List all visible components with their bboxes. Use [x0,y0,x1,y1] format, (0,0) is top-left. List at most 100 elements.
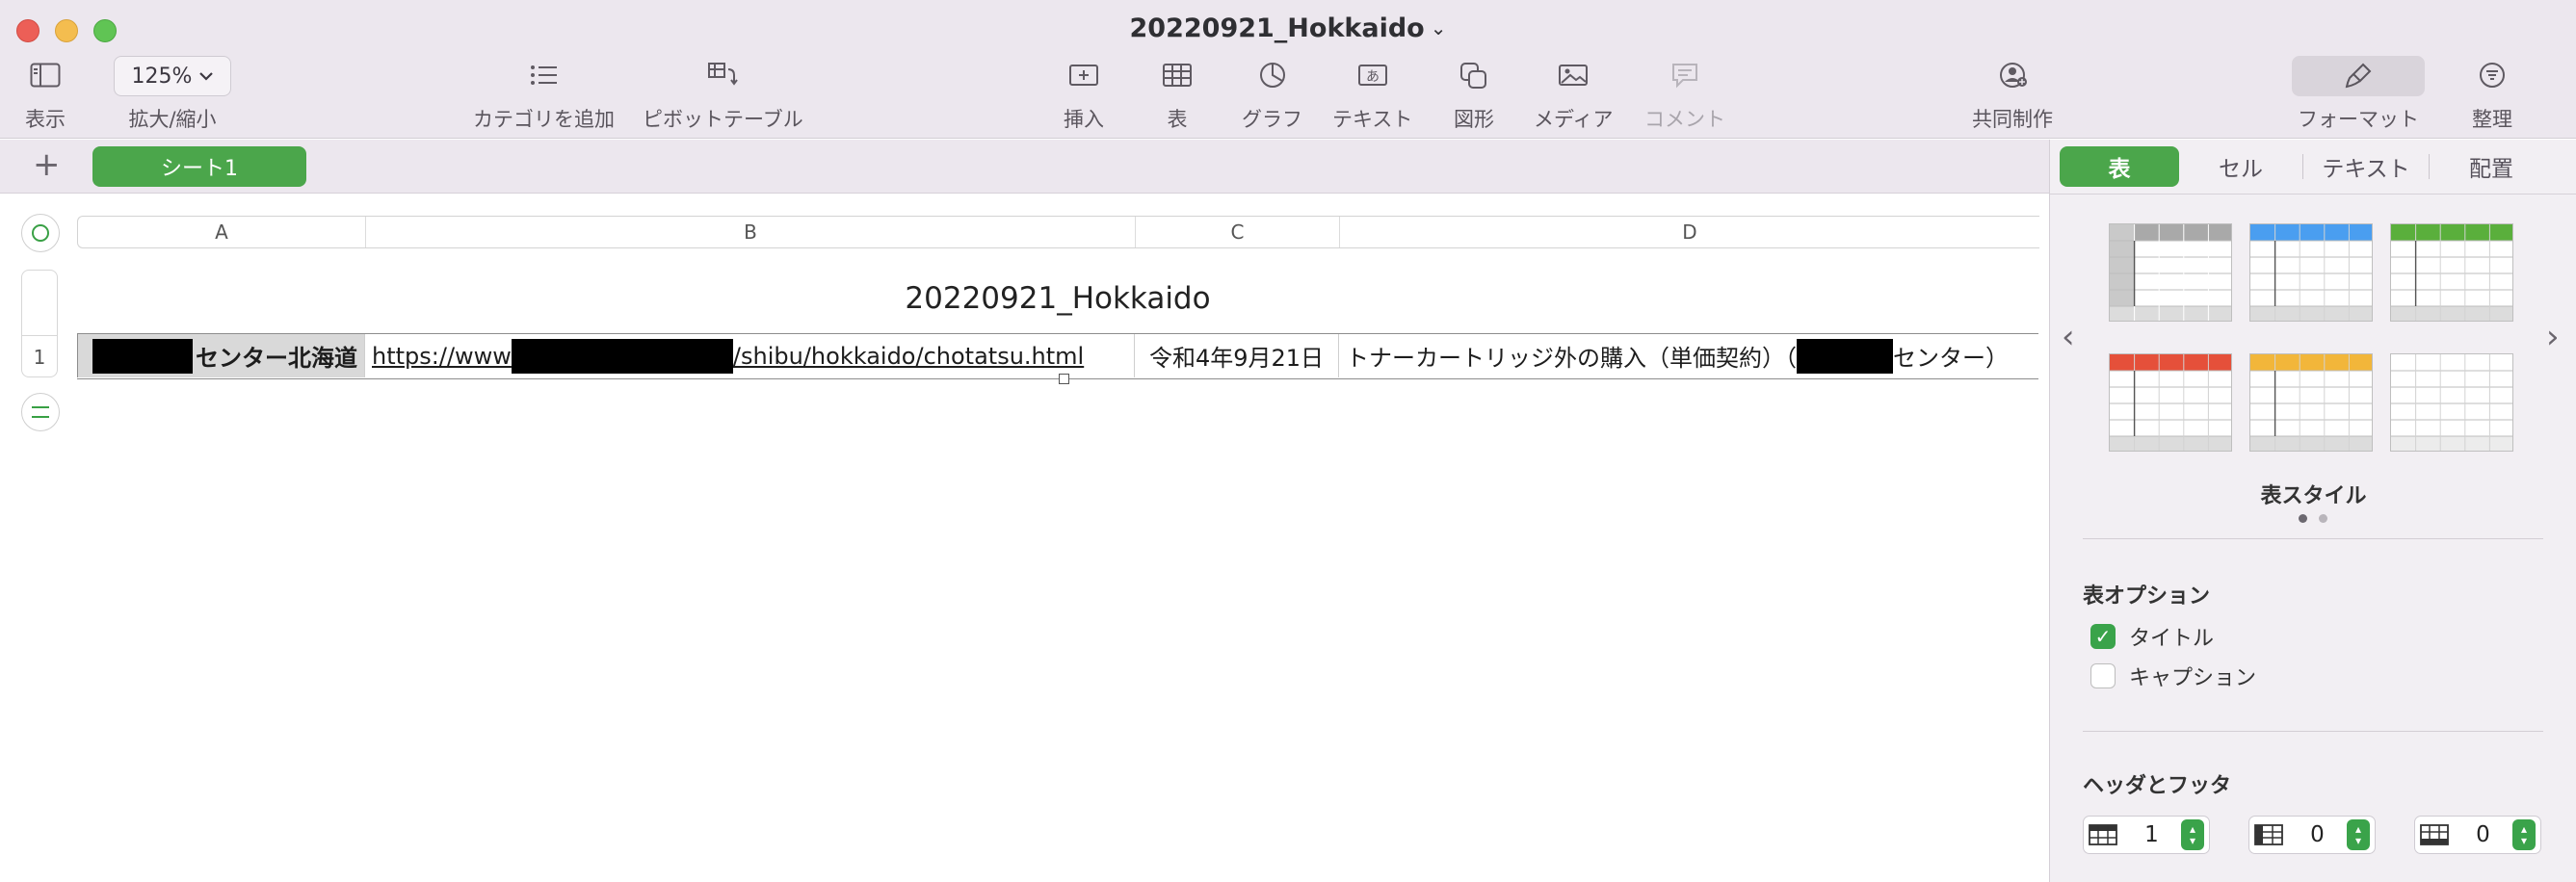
sidebar-icon [30,56,61,94]
view-button[interactable]: 表示 [25,56,66,133]
page-dot-2[interactable] [2319,514,2327,523]
cell-a1[interactable]: センター北海道 [77,334,365,377]
stepper-arrows-icon[interactable]: ▴ ▾ [2181,819,2204,850]
add-category-label: カテゴリを追加 [473,108,615,131]
header-columns-icon [2249,824,2288,845]
add-category-button[interactable]: カテゴリを追加 [473,56,615,133]
tab-arrange[interactable]: 配置 [2430,146,2553,187]
text-label: テキスト [1332,108,1413,131]
format-inspector: 表 セル テキスト 配置 ‹ › 表スタイル 表オプション ✓ タイトル キャプ… [2049,140,2576,882]
view-label: 表示 [25,108,66,131]
page-dot-1[interactable] [2299,514,2307,523]
table-style-preview [2391,224,2512,321]
add-sheet-button[interactable]: + [33,147,61,182]
cell-b1-prefix: https://www [372,342,512,370]
resize-handle-icon [32,406,49,418]
table-select-button[interactable] [21,214,60,252]
cell-a1-text: センター北海道 [196,345,357,372]
chevron-left-icon[interactable]: ‹ [2062,318,2075,356]
collaborate-button[interactable]: 共同制作 [1972,56,2053,133]
comment-label: コメント [1644,108,1725,131]
tab-cell[interactable]: セル [2179,146,2302,187]
caption-checkbox-label: キャプション [2129,666,2257,690]
page-indicator [2299,514,2327,523]
column-header-c[interactable]: C [1136,217,1340,247]
table-title[interactable]: 20220921_Hokkaido [77,281,2038,316]
header-rows-stepper[interactable]: 1 ▴ ▾ [2083,816,2210,854]
shape-button[interactable]: 図形 [1454,56,1494,133]
table-options-title: 表オプション [2083,584,2211,609]
organize-button[interactable]: 整理 [2472,56,2512,133]
header-rows-value: 1 [2144,822,2159,847]
cell-d1-prefix: トナーカートリッジ外の購入（単価契約）（ [1346,345,1797,372]
column-header-a[interactable]: A [78,217,366,247]
column-headers: A B C D [77,216,2039,248]
table-style-2[interactable] [2249,223,2373,322]
redaction-block [511,338,733,374]
insert-label: 挿入 [1064,108,1104,131]
pivot-table-icon [707,56,739,94]
sheet-canvas[interactable]: 1 A B C D 20220921_Hokkaido センター北海道 http… [0,195,2049,882]
title-option[interactable]: ✓ タイトル [2090,621,2214,652]
add-row-handle[interactable] [21,393,60,431]
divider [2083,538,2543,539]
cell-d1-suffix: センター） [1893,345,2009,372]
text-button[interactable]: あ テキスト [1332,56,1412,133]
column-header-d[interactable]: D [1340,217,2039,247]
table-style-1[interactable] [2109,223,2232,322]
footer-rows-stepper[interactable]: 0 ▴ ▾ [2414,816,2541,854]
chart-button[interactable]: グラフ [1242,56,1302,133]
cell-d1[interactable]: トナーカートリッジ外の購入（単価契約）（ センター） [1339,334,2038,377]
format-button[interactable]: フォーマット [2292,56,2425,133]
document-title[interactable]: 20220921_Hokkaido ⌄ [0,13,2576,43]
stepper-arrows-icon[interactable]: ▴ ▾ [2512,819,2536,850]
paintbrush-icon [2345,63,2372,89]
table-style-3[interactable] [2390,223,2513,322]
tab-text[interactable]: テキスト [2303,146,2429,187]
selection-handle[interactable] [1059,374,1069,384]
stepper-arrows-icon[interactable]: ▴ ▾ [2347,819,2370,850]
header-rows-icon [2084,824,2122,845]
table-style-preview [2391,354,2512,451]
select-table-icon [32,224,49,242]
table-style-5[interactable] [2249,353,2373,452]
pivot-table-label: ピボットテーブル [643,108,803,131]
photo-icon [1558,56,1589,94]
title-checkbox[interactable]: ✓ [2090,624,2116,649]
pie-chart-icon [1258,56,1287,94]
organize-icon [2478,56,2507,94]
header-columns-stepper[interactable]: 0 ▴ ▾ [2248,816,2376,854]
table-style-preview [2250,354,2372,451]
pivot-table-button[interactable]: ピボットテーブル [643,56,803,133]
document-title-text: 20220921_Hokkaido [1129,13,1425,43]
collaborate-label: 共同制作 [1972,108,2053,131]
tab-table[interactable]: 表 [2060,146,2179,187]
format-button-bg [2292,56,2425,96]
comment-icon [1670,56,1699,94]
collaborate-icon [1996,56,2029,94]
zoom-dropdown[interactable]: 125% [114,56,231,96]
row-number-1[interactable]: 1 [21,335,58,377]
comment-button[interactable]: コメント [1644,56,1725,133]
sheet-tab-1[interactable]: シート1 [92,146,306,187]
sheet-tab-bar: + シート1 [0,140,2049,194]
caption-checkbox[interactable] [2090,663,2116,688]
zoom-control[interactable]: 125% 拡大/縮小 [114,56,231,133]
media-label: メディア [1534,108,1614,131]
svg-text:あ: あ [1366,69,1380,85]
insert-button[interactable]: 挿入 [1064,56,1104,133]
format-label: フォーマット [2298,108,2419,131]
column-header-b[interactable]: B [366,217,1136,247]
title-checkbox-label: タイトル [2129,627,2215,651]
text-box-icon: あ [1357,56,1388,94]
table-style-preview [2250,224,2372,321]
table-button[interactable]: 表 [1162,56,1193,133]
table-style-4[interactable] [2109,353,2232,452]
cell-b1[interactable]: https://www/shibu/hokkaido/chotatsu.html [365,334,1135,377]
table-style-6[interactable] [2390,353,2513,452]
caption-option[interactable]: キャプション [2090,661,2256,691]
chevron-down-icon[interactable]: ⌄ [1431,16,1447,39]
cell-c1[interactable]: 令和4年9月21日 [1135,334,1339,377]
media-button[interactable]: メディア [1534,56,1614,133]
chevron-right-icon[interactable]: › [2546,318,2560,356]
